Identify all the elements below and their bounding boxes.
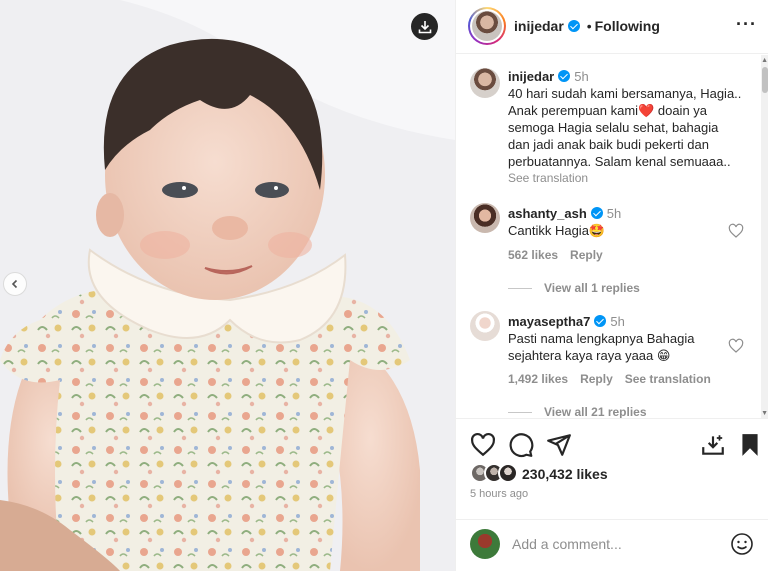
see-translation-link[interactable]: See translation	[508, 171, 588, 185]
scroll-up-icon[interactable]: ▲	[761, 57, 768, 64]
comment-text: Pasti nama lengkapnya Bahagia	[508, 331, 695, 346]
more-options-button[interactable]: ···	[736, 14, 757, 35]
caption-time: 5h	[574, 69, 589, 84]
comment-text: Cantikk Hagia🤩	[508, 223, 606, 238]
previous-image-button[interactable]	[3, 272, 27, 296]
comment-avatar[interactable]	[470, 203, 500, 233]
author-username[interactable]: inijedar • Following	[514, 18, 660, 34]
more-icon: ···	[736, 14, 757, 34]
reply-button[interactable]: Reply	[580, 372, 613, 386]
reply-button[interactable]: Reply	[570, 248, 603, 262]
verified-icon	[594, 315, 607, 327]
baby-photo	[0, 0, 455, 571]
comment-input[interactable]	[512, 534, 722, 554]
verified-icon	[558, 70, 571, 82]
caption-line: dan jadi anak baik budi pekerti dan	[508, 137, 709, 152]
post-actions: 230,432 likes 5 hours ago	[456, 420, 768, 530]
heart-icon[interactable]	[728, 223, 744, 239]
add-comment-bar	[456, 519, 768, 571]
scrollbar-thumb[interactable]	[762, 67, 768, 93]
chevron-left-icon	[11, 279, 18, 289]
comment-icon[interactable]	[508, 432, 534, 458]
post-header: inijedar • Following ···	[456, 0, 768, 54]
caption-line: perbuatannya. Salam kenal semuaaa..	[508, 154, 731, 169]
comment-likes[interactable]: 1,492 likes	[508, 372, 568, 386]
download-icon	[418, 20, 431, 33]
comment-meta: 562 likes Reply	[508, 248, 615, 262]
caption-line: semoga Hagia selalu sehat, bahagia	[508, 120, 719, 135]
share-icon[interactable]	[546, 432, 572, 458]
comment-time: 5h	[610, 314, 625, 329]
comment-text: sejahtera kaya raya yaaa 😁	[508, 348, 671, 363]
post-panel: inijedar • Following ··· inijedar 5h 40 ha…	[455, 0, 768, 571]
likes-count[interactable]: 230,432 likes	[522, 466, 608, 482]
comment: ashanty_ash 5h Cantikk Hagia🤩	[508, 205, 748, 239]
comments-section[interactable]: inijedar 5h 40 hari sudah kami bersamanya…	[456, 55, 768, 419]
see-translation-link[interactable]: See translation	[625, 372, 711, 386]
caption-line: 40 hari sudah kami bersamanya, Hagia..	[508, 86, 742, 101]
caption: inijedar 5h 40 hari sudah kami bersamanya…	[508, 68, 748, 170]
caption-username[interactable]: inijedar	[508, 69, 554, 84]
likers-avatars[interactable]	[470, 463, 530, 483]
add-to-post-icon[interactable]	[700, 432, 726, 458]
download-button[interactable]	[411, 13, 438, 40]
heart-icon[interactable]	[728, 338, 744, 354]
comment-meta: 1,492 likes Reply See translation	[508, 372, 723, 386]
post-media[interactable]	[0, 0, 455, 571]
comment-likes[interactable]: 562 likes	[508, 248, 558, 262]
post-time[interactable]: 5 hours ago	[470, 488, 528, 500]
emoji-icon[interactable]	[730, 532, 754, 556]
comment-username[interactable]: ashanty_ash	[508, 206, 587, 221]
scroll-down-icon[interactable]: ▼	[761, 410, 768, 417]
caption-line: Anak perempuan kami❤️ doain ya	[508, 103, 708, 118]
caption-avatar[interactable]	[470, 68, 500, 98]
comment-avatar[interactable]	[470, 311, 500, 341]
comment-time: 5h	[606, 206, 622, 221]
verified-icon	[567, 20, 580, 32]
verified-icon	[590, 207, 603, 219]
following-button[interactable]: Following	[595, 18, 660, 34]
comment-username[interactable]: mayaseptha7	[508, 314, 590, 329]
save-icon[interactable]	[737, 432, 763, 458]
current-user-avatar	[470, 529, 500, 559]
comment: mayaseptha7 5h Pasti nama lengkapnya Baha…	[508, 313, 748, 364]
heart-icon[interactable]	[470, 432, 496, 458]
view-replies-button[interactable]: View all 1 replies	[508, 281, 640, 295]
author-avatar[interactable]	[468, 7, 506, 45]
comments-scrollbar[interactable]: ▲ ▼	[761, 55, 768, 418]
view-replies-button[interactable]: View all 21 replies	[508, 405, 647, 418]
